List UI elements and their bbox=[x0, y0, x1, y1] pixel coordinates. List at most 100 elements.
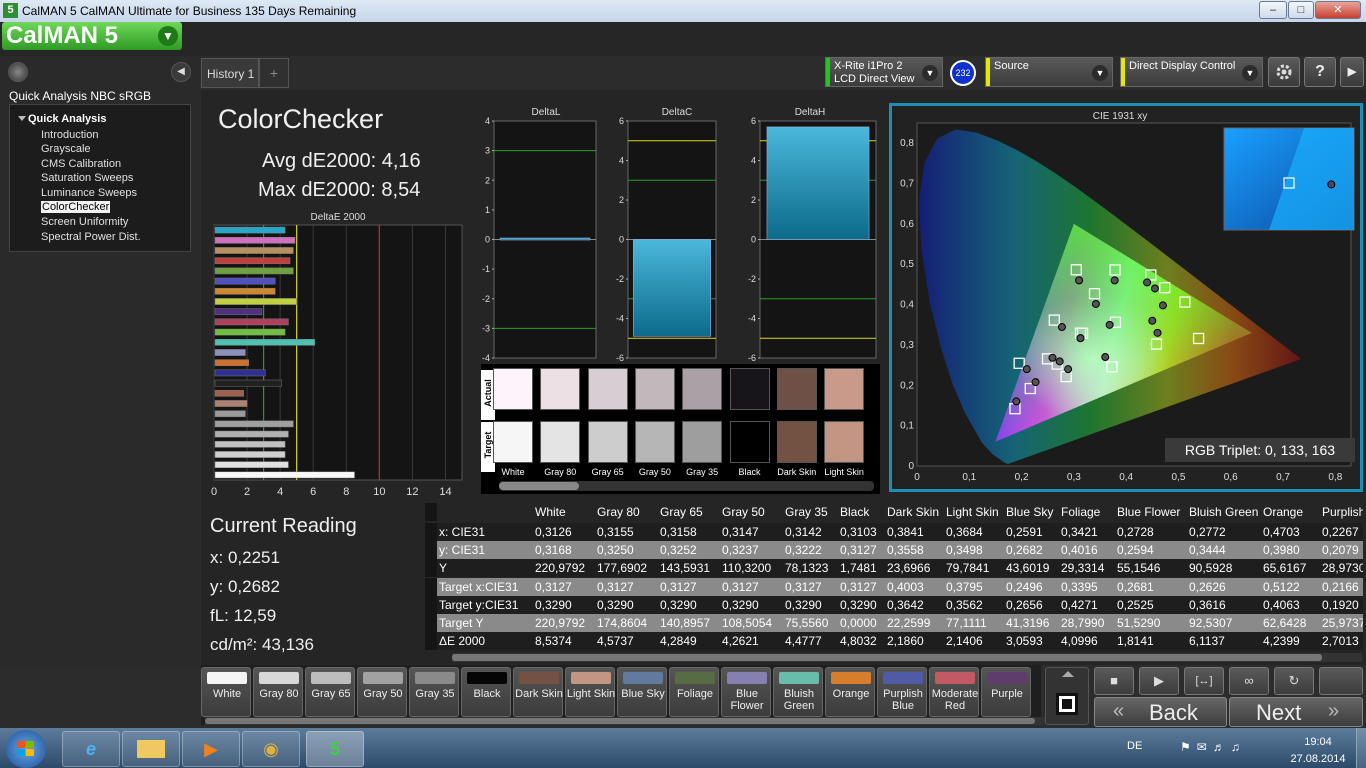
table-column-header[interactable]: Purplish bbox=[1322, 503, 1363, 521]
add-tab-button[interactable]: + bbox=[259, 58, 289, 88]
calman-logo-menu[interactable]: CalMAN 5 ▼ bbox=[2, 22, 182, 50]
system-tray-icons[interactable]: ⚑✉♬♫ bbox=[1180, 740, 1246, 754]
expand-triangle-icon[interactable] bbox=[18, 116, 26, 121]
system-clock[interactable]: 19:04 27.08.2014 bbox=[1288, 735, 1348, 766]
patch-button[interactable]: Bluish Green bbox=[773, 667, 823, 717]
table-cell: 0,3795 bbox=[946, 579, 983, 594]
chevron-up-icon[interactable] bbox=[1062, 671, 1074, 677]
expand-right-panel-button[interactable]: ▶ bbox=[1340, 57, 1364, 87]
patch-button[interactable]: Black bbox=[461, 667, 511, 717]
table-row[interactable]: Target y:CIE31 0,3290 0,3290 0,3290 0,3290 0,… bbox=[425, 595, 1363, 614]
patch-scrollbar-thumb[interactable] bbox=[205, 718, 1035, 724]
stop-button[interactable]: ■ bbox=[1094, 667, 1134, 695]
next-button[interactable]: Next » bbox=[1229, 697, 1363, 727]
patch-button[interactable]: Blue Flower bbox=[721, 667, 771, 717]
row-selector[interactable] bbox=[425, 614, 437, 632]
settings-button[interactable] bbox=[1268, 57, 1300, 87]
table-column-header[interactable]: Gray 65 bbox=[660, 503, 703, 521]
meter-selector[interactable]: X-Rite i1Pro 2 LCD Direct View ▼ bbox=[825, 57, 943, 87]
loop-button[interactable]: ∞ bbox=[1229, 667, 1269, 695]
windows-start-icon[interactable] bbox=[6, 730, 46, 768]
maximize-button[interactable]: □ bbox=[1288, 1, 1314, 19]
patch-button[interactable]: Dark Skin bbox=[513, 667, 563, 717]
media-player-icon[interactable]: ▶ bbox=[182, 731, 240, 767]
table-header-row: White Gray 80 Gray 65 Gray 50 Gray 35 Black Da… bbox=[425, 503, 1363, 521]
row-selector[interactable] bbox=[425, 559, 437, 578]
patch-button[interactable]: Light Skin bbox=[565, 667, 615, 717]
help-button[interactable]: ? bbox=[1304, 57, 1336, 87]
delta-y-tick: 1 bbox=[485, 205, 490, 215]
table-column-header[interactable]: White bbox=[535, 503, 566, 521]
swatch-scrollbar[interactable] bbox=[499, 481, 874, 491]
workflow-status-icon[interactable] bbox=[8, 62, 28, 82]
meter-badge[interactable]: 232 bbox=[950, 60, 976, 86]
row-selector[interactable] bbox=[425, 541, 437, 560]
minimize-button[interactable]: – bbox=[1259, 1, 1287, 19]
patch-button[interactable]: Gray 50 bbox=[357, 667, 407, 717]
table-scrollbar[interactable] bbox=[452, 653, 1362, 662]
table-column-header[interactable]: Foliage bbox=[1061, 503, 1100, 521]
row-selector[interactable] bbox=[425, 523, 437, 541]
patch-button[interactable]: Gray 35 bbox=[409, 667, 459, 717]
row-selector[interactable] bbox=[425, 595, 437, 614]
row-selector[interactable] bbox=[425, 577, 437, 596]
paint-icon[interactable]: ◉ bbox=[242, 731, 300, 767]
patch-button[interactable]: Moderate Red bbox=[929, 667, 979, 717]
table-column-header[interactable]: Blue Flower bbox=[1117, 503, 1180, 521]
close-button[interactable]: ✕ bbox=[1315, 1, 1361, 19]
tree-item-cms-calibration[interactable]: CMS Calibration bbox=[41, 158, 121, 170]
show-desktop-button[interactable] bbox=[1356, 728, 1366, 768]
patch-button[interactable]: Blue Sky bbox=[617, 667, 667, 717]
table-row[interactable]: Target x:CIE31 0,3127 0,3127 0,3127 0,3127 0,… bbox=[425, 577, 1363, 596]
table-row[interactable]: x: CIE31 0,3126 0,3155 0,3158 0,3147 0,3142 0,… bbox=[425, 523, 1363, 541]
patch-button[interactable]: Gray 80 bbox=[253, 667, 303, 717]
frame-button[interactable]: [↔] bbox=[1184, 667, 1224, 695]
table-column-header[interactable]: Orange bbox=[1263, 503, 1303, 521]
input-language[interactable]: DE bbox=[1127, 740, 1142, 752]
table-column-header[interactable]: Black bbox=[840, 503, 869, 521]
row-selector[interactable] bbox=[425, 632, 437, 651]
source-selector[interactable]: Source ▼ bbox=[985, 57, 1113, 87]
tree-root-quick-analysis[interactable]: Quick Analysis bbox=[28, 113, 106, 125]
tree-item-introduction[interactable]: Introduction bbox=[41, 129, 98, 141]
table-column-header[interactable]: Gray 80 bbox=[597, 503, 640, 521]
table-row[interactable]: y: CIE31 0,3168 0,3250 0,3252 0,3237 0,3222 0,… bbox=[425, 541, 1363, 560]
swatch-scrollbar-thumb[interactable] bbox=[499, 482, 579, 490]
record-button[interactable] bbox=[1319, 667, 1363, 695]
collapse-sidebar-button[interactable]: ◀ bbox=[171, 62, 191, 82]
table-row[interactable]: Target Y 220,9792 174,8604 140,8957 108,5054… bbox=[425, 614, 1363, 632]
tree-item-screen-uniformity[interactable]: Screen Uniformity bbox=[41, 216, 128, 228]
tree-item-luminance-sweeps[interactable]: Luminance Sweeps bbox=[41, 187, 137, 199]
play-button[interactable]: ▶ bbox=[1139, 667, 1179, 695]
tree-item-grayscale[interactable]: Grayscale bbox=[41, 143, 91, 155]
internet-explorer-icon[interactable]: e bbox=[62, 731, 120, 767]
patch-button[interactable]: White bbox=[201, 667, 251, 717]
tab-history-1[interactable]: History 1 bbox=[201, 58, 259, 88]
table-row[interactable]: ΔE 2000 8,5374 4,5737 4,2849 4,2621 4,4777 4,8… bbox=[425, 632, 1363, 651]
patch-button[interactable]: Orange bbox=[825, 667, 875, 717]
tree-item-colorchecker[interactable]: ColorChecker bbox=[41, 201, 111, 213]
patch-scrollbar[interactable] bbox=[205, 717, 1045, 725]
patch-button[interactable]: Gray 65 bbox=[305, 667, 355, 717]
table-column-header[interactable]: Dark Skin bbox=[887, 503, 939, 521]
table-cell: 0,3444 bbox=[1189, 543, 1226, 558]
tree-item-spectral-power[interactable]: Spectral Power Dist. bbox=[41, 231, 141, 243]
table-column-header[interactable]: Bluish Green bbox=[1189, 503, 1258, 521]
table-scrollbar-thumb[interactable] bbox=[452, 654, 1322, 661]
back-button[interactable]: « Back bbox=[1094, 697, 1227, 727]
table-column-header[interactable]: Gray 35 bbox=[785, 503, 828, 521]
refresh-button[interactable]: ↻ bbox=[1274, 667, 1314, 695]
table-column-header[interactable]: Light Skin bbox=[946, 503, 999, 521]
table-column-header[interactable]: Gray 50 bbox=[722, 503, 765, 521]
calman-icon[interactable]: 5 bbox=[306, 731, 364, 767]
patch-button[interactable]: Foliage bbox=[669, 667, 719, 717]
file-explorer-icon[interactable] bbox=[122, 731, 180, 767]
tree-item-saturation-sweeps[interactable]: Saturation Sweeps bbox=[41, 172, 133, 184]
table-cell: 0,2591 bbox=[1006, 525, 1043, 539]
patch-button[interactable]: Purplish Blue bbox=[877, 667, 927, 717]
patch-button[interactable]: Purple bbox=[981, 667, 1031, 717]
table-column-header[interactable]: Blue Sky bbox=[1006, 503, 1053, 521]
display-selector[interactable]: Direct Display Control ▼ bbox=[1120, 57, 1263, 87]
measure-control[interactable] bbox=[1045, 667, 1089, 725]
table-row[interactable]: Y 220,9792 177,6902 143,5931 110,3200 78,1323… bbox=[425, 559, 1363, 578]
